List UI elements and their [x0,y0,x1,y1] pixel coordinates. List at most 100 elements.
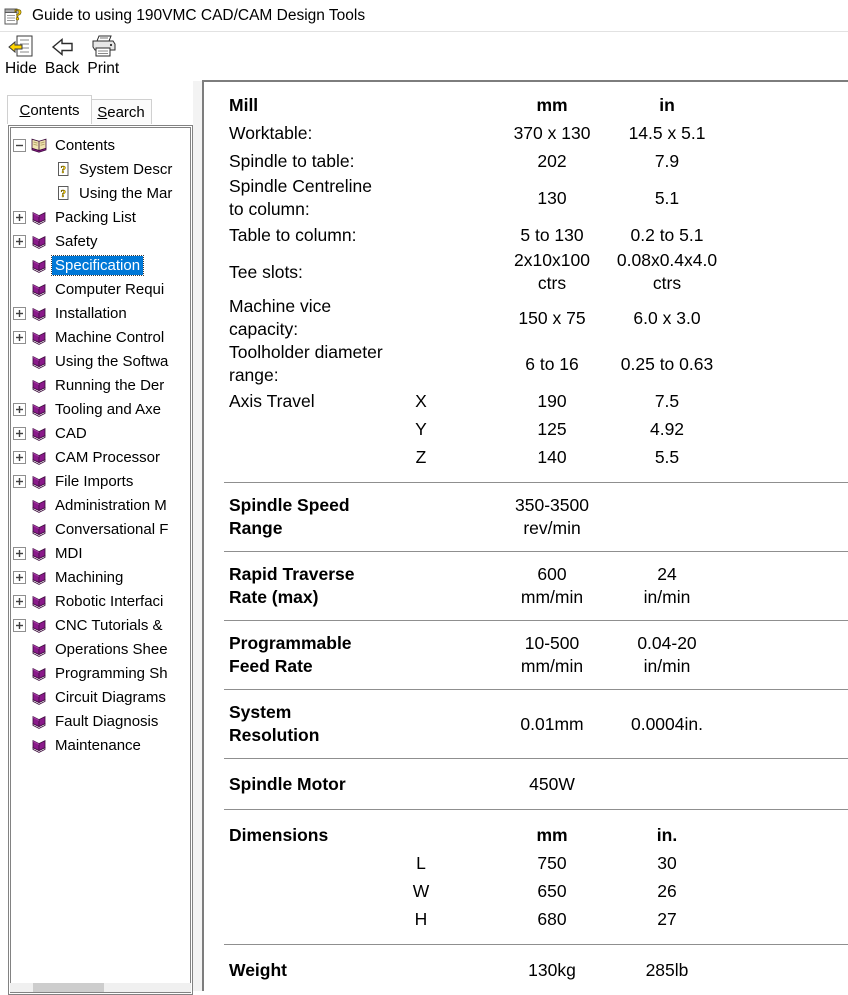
closed-book-icon [30,664,48,682]
tab-contents[interactable]: Contents [7,95,92,124]
tree-item-cad[interactable]: CAD [13,421,190,445]
spec-in-value: 30 [607,852,727,875]
tab-contents-label: C [19,102,30,119]
pane-splitter[interactable] [193,81,202,991]
spec-mm-value: 600 mm/min [497,563,607,609]
closed-book-icon [30,232,48,250]
plus-icon[interactable] [13,331,26,344]
tree-item-using-the-softwa[interactable]: Using the Softwa [13,349,190,373]
closed-book-icon [30,568,48,586]
tree-item-running-the-der[interactable]: Running the Der [13,373,190,397]
mill-spec-row: Table to column:5 to 1300.2 to 5.1 [229,221,848,249]
spec-label: Machine vice capacity: [229,295,399,341]
tree-item-circuit-diagrams[interactable]: Circuit Diagrams [13,685,190,709]
tree-item-robotic-interfaci[interactable]: Robotic Interfaci [13,589,190,613]
tree-item-label: File Imports [52,472,136,491]
tree-item-label: Installation [52,304,130,323]
tree-item-operations-shee[interactable]: Operations Shee [13,637,190,661]
spec-label: System Resolution [229,701,399,747]
closed-book-icon [30,688,48,706]
svg-text:?: ? [60,164,65,176]
tree-item-contents[interactable]: Contents [13,133,190,157]
topic-pane: MillmminWorktable:370 x 13014.5 x 5.1Spi… [202,80,848,991]
tree-item-machine-control[interactable]: Machine Control [13,325,190,349]
plus-icon[interactable] [13,307,26,320]
closed-book-icon [30,400,48,418]
tree-item-label: Maintenance [52,736,144,755]
print-button[interactable]: Print [84,32,122,79]
tree-item-cam-processor[interactable]: CAM Processor [13,445,190,469]
tree-item-using-the-mar[interactable]: ?Using the Mar [13,181,190,205]
plus-icon[interactable] [13,619,26,632]
spec-in-value: 0.25 to 0.63 [607,353,727,376]
tree-item-label: CAD [52,424,90,443]
spec-sublabel: H [399,909,443,930]
tree-item-maintenance[interactable]: Maintenance [13,733,190,757]
mill-spec-row: Worktable:370 x 13014.5 x 5.1 [229,119,848,147]
tree-item-label: Using the Mar [76,184,175,203]
tree-item-safety[interactable]: Safety [13,229,190,253]
mill-spec-row: Millmmin [229,91,848,119]
hide-button[interactable]: Hide [2,32,40,79]
closed-book-icon [30,352,48,370]
closed-book-icon [30,544,48,562]
window-title: Guide to using 190VMC CAD/CAM Design Too… [32,7,365,25]
spec-mm-value: 130 [497,187,607,210]
tab-search[interactable]: Search [90,99,152,124]
tree-item-packing-list[interactable]: Packing List [13,205,190,229]
spec-mm-value: 2x10x100 ctrs [497,249,607,295]
spec-label: Tee slots: [229,261,399,284]
tree-item-label: Contents [52,136,118,155]
toc-tree: Contents?System Descr?Using the MarPacki… [10,127,191,993]
tree-item-label: Specification [52,256,143,275]
plus-icon[interactable] [13,451,26,464]
section-divider [224,482,848,483]
tree-item-tooling-and-axe[interactable]: Tooling and Axe [13,397,190,421]
back-button[interactable]: Back [42,32,82,79]
tree-item-label: Fault Diagnosis [52,712,161,731]
minus-icon[interactable] [13,139,26,152]
tree-item-file-imports[interactable]: File Imports [13,469,190,493]
spec-mm-value: 125 [497,418,607,441]
tree-item-administration-m[interactable]: Administration M [13,493,190,517]
spec-in-value: 285lb [607,959,727,982]
plus-icon[interactable] [13,427,26,440]
tree-item-label: Robotic Interfaci [52,592,166,611]
tree-item-fault-diagnosis[interactable]: Fault Diagnosis [13,709,190,733]
spec-label: Mill [229,94,399,117]
closed-book-icon [30,448,48,466]
plus-icon[interactable] [13,475,26,488]
section-divider [224,551,848,552]
tree-item-label: Conversational F [52,520,171,539]
plus-icon[interactable] [13,547,26,560]
tree-item-system-descr[interactable]: ?System Descr [13,157,190,181]
spec-mm-value: 0.01mm [497,713,607,736]
mill-spec-row: Axis TravelX1907.5 [229,387,848,415]
tree-item-programming-sh[interactable]: Programming Sh [13,661,190,685]
plus-icon[interactable] [13,595,26,608]
spec-in-value: 4.92 [607,418,727,441]
tree-item-cnc-tutorials[interactable]: CNC Tutorials & [13,613,190,637]
spec-mm-value: 680 [497,908,607,931]
tree-item-mdi[interactable]: MDI [13,541,190,565]
tree-item-installation[interactable]: Installation [13,301,190,325]
plus-icon[interactable] [13,211,26,224]
spec-label: Toolholder diameter range: [229,341,399,387]
tree-item-machining[interactable]: Machining [13,565,190,589]
spec-in-value: 5.1 [607,187,727,210]
spec-label: Axis Travel [229,390,399,413]
spec-mm-value: 750 [497,852,607,875]
plus-icon[interactable] [13,235,26,248]
tree-item-specification[interactable]: Specification [13,253,190,277]
closed-book-icon [30,208,48,226]
plus-icon[interactable] [13,571,26,584]
tree-item-label: MDI [52,544,86,563]
section-divider [224,758,848,759]
print-button-label: Print [87,60,119,77]
tree-item-conversational-f[interactable]: Conversational F [13,517,190,541]
spec-in-value: 5.5 [607,446,727,469]
tree-item-computer-requi[interactable]: Computer Requi [13,277,190,301]
spec-label: Programmable Feed Rate [229,632,399,678]
plus-icon[interactable] [13,403,26,416]
spec-mm-value: 150 x 75 [497,307,607,330]
